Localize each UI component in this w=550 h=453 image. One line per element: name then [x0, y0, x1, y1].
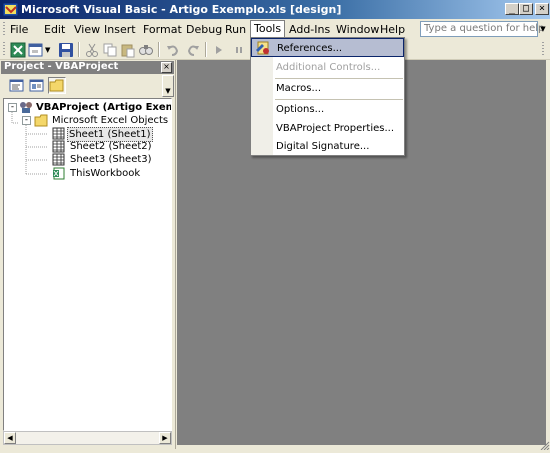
project-panel-close-button[interactable]: × [161, 62, 172, 73]
tree-item-sheet2[interactable]: Sheet2 (Sheet2) [4, 140, 171, 153]
find-icon[interactable] [138, 42, 154, 58]
maximize-button[interactable]: □ [519, 3, 533, 15]
chevron-down-icon[interactable]: ▼ [162, 75, 174, 97]
tools-dropdown-menu: References... Additional Controls... Mac… [250, 37, 405, 156]
menubar-grip[interactable] [3, 22, 5, 36]
toolbar-separator [205, 42, 207, 57]
save-icon[interactable] [58, 42, 74, 58]
menu-file[interactable]: File [10, 22, 28, 37]
toolbar-separator [158, 42, 160, 57]
collapse-icon[interactable]: - [22, 116, 31, 125]
menu-item-vbaproject-properties-label: VBAProject Properties... [276, 123, 395, 134]
menu-format[interactable]: Format [143, 22, 182, 37]
menu-edit[interactable]: Edit [44, 22, 65, 37]
toggle-folders-icon[interactable] [48, 77, 66, 94]
chevron-down-icon[interactable]: ▼ [538, 22, 548, 36]
collapse-icon[interactable]: - [8, 103, 17, 112]
close-button[interactable]: × [535, 3, 549, 15]
cut-icon[interactable] [84, 42, 100, 58]
menu-item-additional-controls[interactable]: Additional Controls... [251, 58, 404, 77]
scroll-left-icon[interactable]: ◀ [4, 432, 16, 444]
tree-item-folder[interactable]: - Microsoft Excel Objects [4, 114, 171, 127]
project-panel-toolbar [2, 75, 174, 97]
tree-label-folder[interactable]: Microsoft Excel Objects [52, 114, 168, 127]
tree-item-project[interactable]: - VBAProject (Artigo Exemplo [4, 101, 171, 114]
view-excel-icon[interactable] [10, 42, 26, 58]
menu-item-macros-label: Macros... [276, 83, 322, 94]
tree-label-sheet2[interactable]: Sheet2 (Sheet2) [70, 140, 152, 153]
view-code-icon[interactable] [8, 77, 26, 94]
menu-item-digital-signature-label: Digital Signature... [276, 141, 370, 152]
minimize-button[interactable]: _ [505, 3, 519, 15]
paste-icon[interactable] [120, 42, 136, 58]
menu-item-additional-controls-label: Additional Controls... [276, 62, 381, 73]
toolbar-grip[interactable] [3, 42, 5, 57]
menu-window[interactable]: Window [336, 22, 379, 37]
menu-insert[interactable]: Insert [104, 22, 136, 37]
menu-help[interactable]: Help [380, 22, 405, 37]
tree-item-workbook[interactable]: ThisWorkbook [4, 167, 171, 180]
copy-icon[interactable] [102, 42, 118, 58]
menu-item-references-label: References... [277, 43, 343, 54]
tree-label-project[interactable]: VBAProject (Artigo Exemplo [36, 101, 171, 114]
toolbar-separator [78, 42, 80, 57]
window-title: Microsoft Visual Basic - Artigo Exemplo.… [21, 3, 342, 16]
toolbar-end-grip[interactable] [542, 42, 544, 57]
undo-icon[interactable] [165, 42, 181, 58]
tree-label-workbook[interactable]: ThisWorkbook [70, 167, 140, 180]
title-bar[interactable]: Microsoft Visual Basic - Artigo Exemplo.… [0, 0, 550, 19]
menu-item-vbaproject-properties[interactable]: VBAProject Properties... [251, 119, 404, 138]
menu-item-references[interactable]: References... [251, 38, 404, 57]
tree-item-sheet3[interactable]: Sheet3 (Sheet3) [4, 153, 171, 166]
menu-view[interactable]: View [74, 22, 100, 37]
view-object-icon[interactable] [28, 77, 46, 94]
redo-icon[interactable] [185, 42, 201, 58]
menu-item-digital-signature[interactable]: Digital Signature... [251, 137, 404, 156]
menu-debug[interactable]: Debug [186, 22, 222, 37]
vba-app-icon[interactable] [2, 2, 19, 17]
menu-item-macros[interactable]: Macros... [251, 79, 404, 98]
workbook-icon [52, 167, 65, 184]
chevron-down-icon[interactable]: ▼ [45, 42, 53, 58]
break-icon[interactable] [231, 42, 247, 58]
run-icon[interactable] [211, 42, 227, 58]
scroll-right-icon[interactable]: ▶ [159, 432, 171, 444]
horizontal-scrollbar[interactable]: ◀ ▶ [3, 431, 172, 445]
help-search-input[interactable]: Type a question for help [420, 21, 544, 37]
project-panel-title[interactable]: Project - VBAProject [1, 61, 174, 74]
menu-item-options[interactable]: Options... [251, 100, 404, 119]
menu-item-options-label: Options... [276, 104, 325, 115]
tree-label-sheet3[interactable]: Sheet3 (Sheet3) [70, 153, 152, 166]
project-toolbar-scroll-button[interactable]: ▼ [162, 75, 174, 97]
project-tree: - VBAProject (Artigo Exemplo - Microsoft… [3, 98, 172, 431]
menu-run[interactable]: Run [225, 22, 246, 37]
insert-userform-icon[interactable] [28, 42, 44, 58]
tree-item-sheet1[interactable]: Sheet1 (Sheet1) [4, 127, 171, 142]
resize-grip-icon[interactable] [540, 440, 550, 451]
menu-add-ins[interactable]: Add-Ins [289, 22, 330, 37]
menu-tools[interactable]: Tools [250, 20, 286, 38]
